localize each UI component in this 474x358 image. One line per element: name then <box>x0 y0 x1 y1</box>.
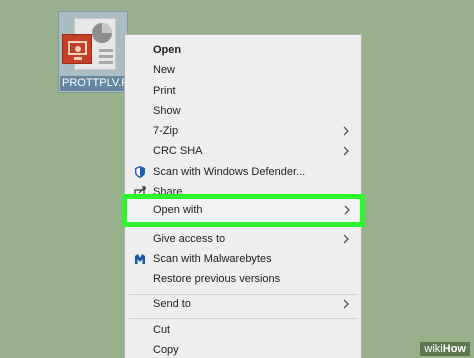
menu-item-new[interactable]: New <box>125 59 361 81</box>
menu-item-cut[interactable]: Cut <box>125 319 361 341</box>
desktop-file-item[interactable]: PROTTPLV.PP <box>58 11 128 93</box>
menu-item-print[interactable]: Print <box>125 80 361 102</box>
wikihow-watermark: wikiHow <box>420 342 470 356</box>
menu-item-give-access[interactable]: Give access to <box>125 228 361 250</box>
menu-item-send-to[interactable]: Send to <box>125 293 361 315</box>
menu-item-open[interactable]: Open <box>125 39 361 61</box>
chevron-right-icon <box>343 234 349 244</box>
malwarebytes-icon <box>135 254 145 264</box>
menu-item-scan-defender[interactable]: Scan with Windows Defender... <box>125 161 361 183</box>
menu-item-7zip[interactable]: 7-Zip <box>125 120 361 142</box>
chevron-right-icon <box>343 126 349 136</box>
menu-item-open-with[interactable]: Open with <box>122 194 365 227</box>
menu-item-show[interactable]: Show <box>125 100 361 122</box>
file-name-label: PROTTPLV.PP <box>60 76 128 91</box>
chevron-right-icon <box>343 299 349 309</box>
menu-item-scan-malwarebytes[interactable]: Scan with Malwarebytes <box>125 248 361 270</box>
menu-item-crc-sha[interactable]: CRC SHA <box>125 140 361 162</box>
defender-shield-icon <box>135 166 145 178</box>
chevron-right-icon <box>344 205 350 215</box>
menu-item-copy[interactable]: Copy <box>125 339 361 358</box>
powerpoint-badge-icon <box>62 34 92 64</box>
menu-item-restore-versions[interactable]: Restore previous versions <box>125 268 361 290</box>
chevron-right-icon <box>343 146 349 156</box>
